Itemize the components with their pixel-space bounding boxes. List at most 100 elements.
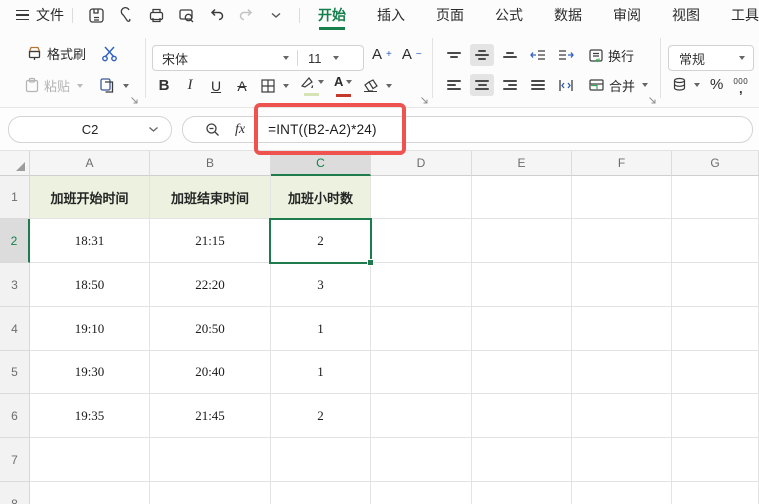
italic-button[interactable]: I [178, 75, 202, 97]
font-color-caret[interactable] [346, 79, 353, 84]
align-top-button[interactable] [442, 44, 466, 66]
cell-F2[interactable] [572, 219, 672, 263]
cell-C7[interactable] [271, 438, 371, 482]
cell-G1[interactable] [672, 176, 759, 219]
select-all-button[interactable] [0, 151, 30, 176]
cell-A3[interactable]: 18:50 [30, 263, 150, 307]
column-header-B[interactable]: B [150, 151, 271, 176]
cell-C2-selected[interactable]: 2 [271, 219, 371, 263]
cell-G2[interactable] [672, 219, 759, 263]
cell-D8[interactable] [371, 482, 472, 504]
align-middle-button[interactable] [470, 44, 494, 66]
cell-E4[interactable] [472, 307, 572, 351]
tab-home[interactable]: 开始 [318, 0, 346, 30]
strikethrough-button[interactable]: A [230, 75, 254, 97]
align-left-button[interactable] [442, 74, 466, 96]
cut-icon[interactable] [100, 45, 119, 62]
cell-E5[interactable] [472, 351, 572, 394]
cell-G8[interactable] [672, 482, 759, 504]
cell-C5[interactable]: 1 [271, 351, 371, 394]
row-header-3[interactable]: 3 [0, 263, 30, 307]
copy-button[interactable] [99, 77, 130, 94]
row-header-1[interactable]: 1 [0, 176, 30, 219]
paste-button[interactable]: 粘贴 [24, 76, 84, 95]
export-icon[interactable] [117, 6, 135, 24]
tab-tools[interactable]: 工具 [731, 0, 759, 30]
bold-button[interactable]: B [152, 75, 176, 97]
increase-indent-button[interactable] [554, 44, 578, 66]
decrease-indent-button[interactable] [526, 44, 550, 66]
font-size-select[interactable]: 11 [308, 51, 330, 66]
fill-handle[interactable] [367, 259, 374, 266]
cell-E3[interactable] [472, 263, 572, 307]
cell-F8[interactable] [572, 482, 672, 504]
currency-format-button[interactable] [672, 77, 700, 92]
cell-E7[interactable] [472, 438, 572, 482]
cell-B6[interactable]: 21:45 [150, 394, 271, 438]
cell-E2[interactable] [472, 219, 572, 263]
cell-A5[interactable]: 19:30 [30, 351, 150, 394]
text-spacing-button[interactable] [554, 74, 578, 96]
wrap-text-button[interactable]: 换行 [588, 46, 634, 65]
cell-B5[interactable]: 20:40 [150, 351, 271, 394]
font-name-caret[interactable] [283, 56, 289, 60]
cell-C6[interactable]: 2 [271, 394, 371, 438]
cell-F7[interactable] [572, 438, 672, 482]
cell-G6[interactable] [672, 394, 759, 438]
cell-D1[interactable] [371, 176, 472, 219]
cell-E1[interactable] [472, 176, 572, 219]
formula-text[interactable]: =INT((B2-A2)*24) [268, 122, 377, 137]
file-menu[interactable]: 文件 [36, 5, 64, 25]
fill-color-button[interactable] [299, 76, 324, 96]
row-header-2[interactable]: 2 [0, 219, 30, 263]
align-center-button[interactable] [470, 74, 494, 96]
column-header-C[interactable]: C [271, 151, 371, 176]
cell-D6[interactable] [371, 394, 472, 438]
column-header-A[interactable]: A [30, 151, 150, 176]
name-box[interactable]: C2 [8, 116, 172, 143]
tab-view[interactable]: 视图 [672, 0, 700, 30]
font-color-button[interactable]: A [334, 74, 353, 97]
decrease-font-button[interactable]: A − [402, 46, 422, 63]
save-icon[interactable] [87, 6, 105, 24]
column-header-G[interactable]: G [672, 151, 759, 176]
align-bottom-button[interactable] [498, 44, 522, 66]
borders-button[interactable] [260, 78, 289, 94]
tab-review[interactable]: 审阅 [613, 0, 641, 30]
row-header-4[interactable]: 4 [0, 307, 30, 351]
print-preview-icon[interactable] [177, 6, 195, 24]
undo-icon[interactable] [207, 6, 225, 24]
cell-E8[interactable] [472, 482, 572, 504]
cell-A7[interactable] [30, 438, 150, 482]
tab-page[interactable]: 页面 [436, 0, 464, 30]
redo-icon[interactable] [237, 6, 255, 24]
cell-B4[interactable]: 20:50 [150, 307, 271, 351]
row-header-6[interactable]: 6 [0, 394, 30, 438]
cell-B1[interactable]: 加班结束时间 [150, 176, 271, 219]
cell-C4[interactable]: 1 [271, 307, 371, 351]
underline-button[interactable]: U [204, 75, 228, 97]
name-box-caret[interactable] [148, 126, 159, 133]
cell-F3[interactable] [572, 263, 672, 307]
cell-A1[interactable]: 加班开始时间 [30, 176, 150, 219]
print-icon[interactable] [147, 6, 165, 24]
cell-E6[interactable] [472, 394, 572, 438]
copy-dropdown-caret[interactable] [123, 83, 130, 88]
cell-C8[interactable] [271, 482, 371, 504]
cell-F4[interactable] [572, 307, 672, 351]
clear-format-caret[interactable] [386, 83, 393, 88]
paste-dropdown-caret[interactable] [77, 83, 84, 88]
justify-button[interactable] [526, 74, 550, 96]
cell-D4[interactable] [371, 307, 472, 351]
cell-F1[interactable] [572, 176, 672, 219]
tab-data[interactable]: 数据 [554, 0, 582, 30]
tab-insert[interactable]: 插入 [377, 0, 405, 30]
fx-icon[interactable]: fx [235, 122, 245, 138]
cell-D5[interactable] [371, 351, 472, 394]
merge-cells-button[interactable]: 合并 [588, 76, 649, 95]
formula-input-area[interactable]: fx =INT((B2-A2)*24) [182, 116, 753, 143]
font-dialog-launcher-icon[interactable] [420, 96, 429, 105]
alignment-dialog-launcher-icon[interactable] [648, 96, 657, 105]
cell-D2[interactable] [371, 219, 472, 263]
cell-A8[interactable] [30, 482, 150, 504]
